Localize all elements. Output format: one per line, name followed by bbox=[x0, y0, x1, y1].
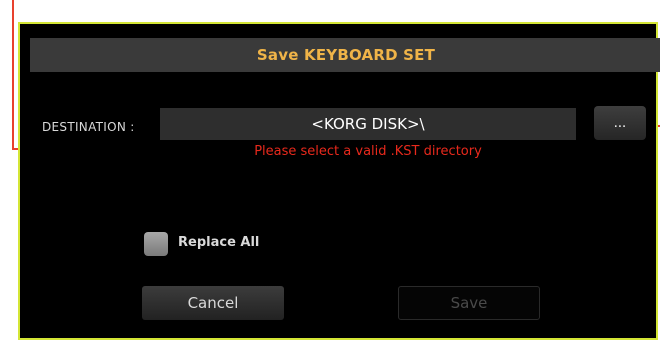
cancel-button-label: Cancel bbox=[187, 294, 239, 312]
dialog-title-bar: Save KEYBOARD SET bbox=[30, 38, 660, 72]
dialog-title: Save KEYBOARD SET bbox=[256, 46, 436, 64]
destination-label: DESTINATION : bbox=[42, 120, 135, 134]
destination-value: <KORG DISK>\ bbox=[311, 115, 425, 133]
save-button[interactable]: Save bbox=[398, 286, 540, 320]
callout-line-vertical bbox=[12, 0, 14, 150]
browse-button[interactable]: ... bbox=[594, 106, 646, 140]
cancel-button[interactable]: Cancel bbox=[142, 286, 284, 320]
browse-button-label: ... bbox=[613, 115, 627, 131]
save-button-label: Save bbox=[450, 294, 488, 312]
error-message: Please select a valid .KST directory bbox=[254, 144, 482, 159]
replace-all-checkbox[interactable] bbox=[144, 232, 168, 256]
destination-field[interactable]: <KORG DISK>\ bbox=[160, 108, 576, 140]
replace-all-label[interactable]: Replace All bbox=[178, 235, 259, 250]
save-keyboard-set-dialog: Save KEYBOARD SET DESTINATION : <KORG DI… bbox=[18, 22, 660, 340]
